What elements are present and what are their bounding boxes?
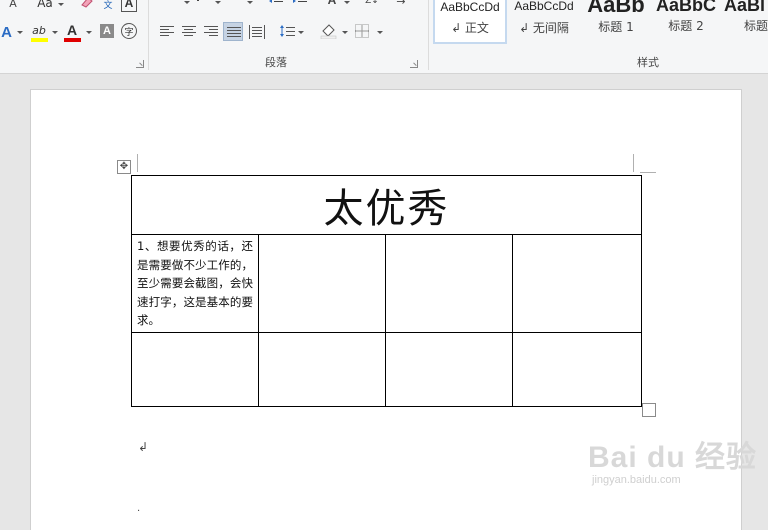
table-row: 1、想要优秀的话，还是需要做不少工作的，至少需要会截图，会快速打字，这是基本的要… — [131, 234, 642, 333]
table-cell[interactable] — [258, 234, 386, 333]
chevron-down-icon[interactable] — [58, 3, 64, 6]
borders-icon[interactable] — [355, 24, 369, 38]
style-preview: AaBbCcDd — [440, 0, 500, 14]
style-name: 标题 2 — [668, 19, 704, 33]
font-color-bar — [64, 38, 81, 42]
table-resize-handle[interactable] — [642, 403, 656, 417]
document-table[interactable]: 太优秀 1、想要优秀的话，还是需要做不少工作的，至少需要会截图，会快速打字，这是… — [131, 175, 642, 407]
show-marks-icon[interactable]: → — [395, 0, 407, 8]
justify-icon[interactable] — [223, 22, 243, 41]
align-right-icon[interactable] — [204, 26, 218, 38]
table-cell[interactable] — [512, 234, 642, 333]
grow-font-icon[interactable]: A — [7, 0, 19, 10]
table-cell[interactable] — [385, 234, 513, 333]
crop-mark — [137, 154, 138, 172]
numbering-icon[interactable] — [195, 0, 213, 5]
change-case-button[interactable]: Aa — [34, 0, 56, 10]
style-preview: AaBbCcDd — [514, 0, 574, 13]
char-shading-icon[interactable]: A — [100, 24, 114, 38]
chevron-down-icon[interactable] — [52, 31, 58, 34]
chevron-down-icon[interactable] — [215, 1, 221, 4]
table-move-handle[interactable]: ✥ — [117, 160, 131, 174]
paragraph-mark: ↲ — [138, 440, 149, 454]
style-preview: AaBl — [724, 0, 766, 15]
table-cell[interactable] — [258, 331, 386, 407]
style-name: ↲ 无间隔 — [519, 21, 569, 35]
chevron-down-icon[interactable] — [184, 1, 190, 4]
table-row: 太优秀 — [131, 175, 642, 235]
chevron-down-icon[interactable] — [17, 31, 23, 34]
table-row — [131, 331, 642, 407]
font-dialog-launcher-icon[interactable] — [136, 60, 144, 68]
chevron-down-icon[interactable] — [342, 31, 348, 34]
style-title[interactable]: AaBl 标题 — [724, 0, 768, 48]
chevron-down-icon[interactable] — [377, 31, 383, 34]
highlight-icon[interactable]: ab — [30, 22, 48, 38]
style-name: 标题 1 — [598, 20, 634, 34]
line-spacing-icon[interactable] — [279, 24, 295, 38]
asian-layout-icon[interactable]: A — [325, 0, 339, 7]
table-cell[interactable] — [512, 331, 642, 407]
enclose-char-icon[interactable]: 字 — [121, 23, 137, 39]
style-preview: AaBbC — [655, 0, 716, 15]
style-no-spacing[interactable]: AaBbCcDd ↲ 无间隔 — [508, 0, 580, 48]
table-cell[interactable]: 1、想要优秀的话，还是需要做不少工作的，至少需要会截图，会快速打字，这是基本的要… — [131, 234, 259, 333]
multilevel-list-icon[interactable] — [229, 0, 247, 5]
eraser-icon[interactable] — [80, 0, 94, 9]
paragraph-group-label: 段落 — [265, 56, 287, 69]
style-name: ↲ 正文 — [451, 21, 489, 35]
style-preview: AaBb — [587, 0, 645, 17]
sort-icon[interactable]: Z↓ — [364, 0, 380, 7]
style-heading-1[interactable]: AaBb 标题 1 — [582, 0, 650, 48]
paragraph-mark: · — [137, 506, 141, 517]
align-left-icon[interactable] — [160, 26, 174, 38]
bullets-icon[interactable] — [160, 0, 182, 5]
text-effects-icon[interactable]: A — [0, 24, 13, 41]
chevron-down-icon[interactable] — [247, 1, 253, 4]
font-color-icon[interactable]: A — [64, 22, 80, 38]
styles-group-label: 样式 — [637, 56, 659, 69]
crop-mark — [633, 154, 634, 172]
highlight-color-bar — [31, 38, 48, 42]
shading-icon[interactable] — [320, 23, 338, 39]
crop-mark — [640, 172, 656, 173]
table-cell[interactable] — [131, 331, 259, 407]
chevron-down-icon[interactable] — [344, 1, 350, 4]
chevron-down-icon[interactable] — [298, 31, 304, 34]
paragraph-dialog-launcher-icon[interactable] — [410, 60, 418, 68]
group-divider — [428, 0, 429, 70]
chevron-down-icon[interactable] — [86, 31, 92, 34]
style-name: 标题 — [744, 19, 768, 33]
table-title-cell[interactable]: 太优秀 — [131, 175, 642, 235]
style-normal[interactable]: AaBbCcDd ↲ 正文 — [433, 0, 507, 44]
group-divider — [148, 0, 149, 70]
char-border-icon[interactable]: A — [121, 0, 137, 12]
style-heading-2[interactable]: AaBbC 标题 2 — [654, 0, 718, 48]
increase-indent-icon[interactable] — [292, 0, 308, 5]
ribbon: A Aa 文 A A ab A A 字 A Z↓ → 段落 AaBbCcDd ↲… — [0, 0, 768, 74]
align-center-icon[interactable] — [182, 26, 196, 38]
decrease-indent-icon[interactable] — [268, 0, 284, 5]
phonetic-guide-icon[interactable]: 文 — [101, 0, 115, 11]
table-cell[interactable] — [385, 331, 513, 407]
distributed-icon[interactable] — [249, 24, 265, 39]
